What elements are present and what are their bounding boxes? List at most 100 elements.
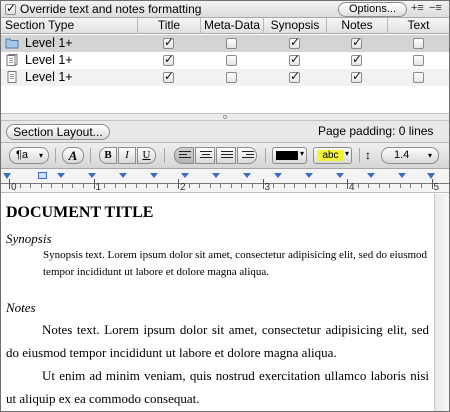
toolbar-divider: [265, 148, 266, 163]
remove-level-icon[interactable]: −≡: [429, 2, 442, 14]
table-row[interactable]: Level 1+ ✓ ✓ ✓: [1, 35, 449, 52]
title-checkbox[interactable]: ✓: [163, 52, 175, 66]
checkmark-icon: ✓: [164, 52, 175, 66]
line-spacing-value: 1.4: [394, 149, 410, 161]
options-button[interactable]: Options...: [338, 2, 407, 17]
synopsis-text: Synopsis text. Lorem ipsum dolor sit ame…: [43, 249, 428, 278]
tab-stop-marker[interactable]: [305, 173, 313, 178]
column-header-notes[interactable]: Notes: [327, 18, 388, 34]
metadata-checkbox[interactable]: [226, 55, 237, 66]
synopsis-label: Synopsis: [6, 231, 52, 246]
checkmark-icon: ✓: [164, 69, 175, 83]
tab-stop-marker[interactable]: [274, 173, 282, 178]
ruler-baseline: [1, 183, 449, 184]
document-preview[interactable]: DOCUMENT TITLE Synopsis Synopsis text. L…: [1, 194, 434, 411]
ruler-number: 4: [349, 182, 355, 193]
align-center-button[interactable]: [195, 147, 215, 164]
column-header-section-type[interactable]: Section Type: [1, 18, 138, 34]
vertical-scrollbar[interactable]: [434, 194, 449, 411]
synopsis-checkbox[interactable]: ✓: [289, 52, 300, 66]
underline-button[interactable]: U: [137, 147, 156, 164]
notes-paragraph: Ut enim ad minim veniam, quis nostrud ex…: [6, 364, 429, 410]
ruler-minor-tick: [19, 184, 21, 188]
level-label: Level 1+: [25, 70, 73, 84]
column-header-meta-data[interactable]: Meta-Data: [201, 18, 264, 34]
checkmark-icon: ✓: [6, 1, 17, 15]
paragraph-style-glyph: ¶a: [16, 149, 29, 161]
metadata-checkbox[interactable]: [226, 72, 237, 83]
tab-stop-marker[interactable]: [57, 173, 65, 178]
tab-stop-marker[interactable]: [336, 173, 344, 178]
title-checkbox[interactable]: ✓: [163, 35, 175, 49]
title-checkbox[interactable]: ✓: [163, 69, 175, 83]
text-color-well[interactable]: ▾: [272, 147, 307, 164]
divider-handle-icon[interactable]: [223, 115, 227, 119]
column-header-text[interactable]: Text: [388, 18, 449, 34]
section-type-table: Section Type Title Meta-Data Synopsis No…: [1, 18, 449, 113]
align-left-icon: [179, 151, 191, 161]
notes-text: Ut enim ad minim veniam, quis nostrud ex…: [6, 368, 429, 406]
ruler-minor-tick: [125, 184, 127, 188]
table-row[interactable]: Level 1+ ✓ ✓ ✓: [1, 69, 449, 86]
column-header-title[interactable]: Title: [138, 18, 201, 34]
checkmark-icon: ✓: [352, 69, 363, 83]
ruler-minor-tick: [357, 184, 359, 188]
text-checkbox[interactable]: [413, 72, 424, 83]
line-spacing-icon: ↕: [365, 148, 371, 162]
highlight-swatch: abc: [317, 150, 344, 161]
text-checkbox[interactable]: [413, 38, 424, 49]
override-bar: ✓ Override text and notes formatting Opt…: [1, 1, 449, 18]
ruler-number: 0: [11, 182, 17, 193]
notes-checkbox[interactable]: ✓: [351, 52, 363, 66]
add-level-icon[interactable]: +≡: [411, 2, 424, 14]
tab-stop-marker[interactable]: [88, 173, 96, 178]
table-row[interactable]: Level 1+ ✓ ✓ ✓: [1, 52, 449, 69]
table-header: Section Type Title Meta-Data Synopsis No…: [1, 18, 449, 34]
notes-checkbox[interactable]: ✓: [351, 69, 363, 83]
synopsis-checkbox[interactable]: ✓: [289, 35, 300, 49]
section-layout-button[interactable]: Section Layout...: [6, 124, 110, 140]
ruler-major-tick: [347, 179, 348, 189]
ruler-minor-tick: [51, 184, 53, 188]
override-checkbox[interactable]: ✓: [5, 1, 17, 15]
folder-icon: [5, 38, 19, 49]
ruler-minor-tick: [294, 184, 296, 188]
tab-stop-marker[interactable]: [243, 173, 251, 178]
toolbar-divider: [90, 148, 91, 163]
tab-stop-marker[interactable]: [119, 173, 127, 178]
toolbar-divider: [359, 148, 360, 163]
tab-stop-marker[interactable]: [398, 173, 406, 178]
ruler-minor-tick: [273, 184, 275, 188]
tab-stop-marker[interactable]: [212, 173, 220, 178]
ruler-minor-tick: [304, 184, 306, 188]
notes-checkbox[interactable]: ✓: [351, 35, 362, 49]
checkmark-icon: ✓: [352, 52, 363, 66]
ruler-minor-tick: [325, 184, 327, 188]
chevron-down-icon: ▾: [38, 151, 43, 160]
split-divider[interactable]: [1, 113, 449, 121]
italic-button[interactable]: I: [118, 147, 136, 164]
chevron-down-icon: ▾: [299, 149, 304, 158]
text-checkbox[interactable]: [413, 55, 424, 66]
checkmark-icon: ✓: [290, 69, 301, 83]
notes-paragraph: Notes text. Lorem ipsum dolor sit amet, …: [6, 318, 429, 364]
tab-stop-marker[interactable]: [150, 173, 158, 178]
metadata-checkbox[interactable]: [226, 38, 237, 49]
line-spacing-select[interactable]: 1.4 ▾: [381, 147, 439, 164]
ruler-minor-tick: [209, 184, 211, 188]
checkmark-icon: ✓: [164, 35, 175, 49]
synopsis-checkbox[interactable]: ✓: [289, 69, 301, 83]
tab-stop-marker[interactable]: [367, 173, 375, 178]
align-left-button[interactable]: [174, 147, 194, 164]
highlight-color-well[interactable]: abc ▾: [313, 147, 352, 164]
align-justify-button[interactable]: [216, 147, 236, 164]
ruler-minor-tick: [389, 184, 391, 188]
column-header-synopsis[interactable]: Synopsis: [264, 18, 327, 34]
align-right-button[interactable]: [237, 147, 257, 164]
ruler[interactable]: 0 1 2 3 4 5: [1, 169, 449, 193]
font-button[interactable]: A: [62, 147, 84, 164]
first-line-indent-marker[interactable]: [38, 172, 47, 179]
tab-stop-marker[interactable]: [181, 173, 189, 178]
bold-button[interactable]: B: [99, 147, 117, 164]
paragraph-style-button[interactable]: ¶a ▾: [9, 147, 49, 164]
